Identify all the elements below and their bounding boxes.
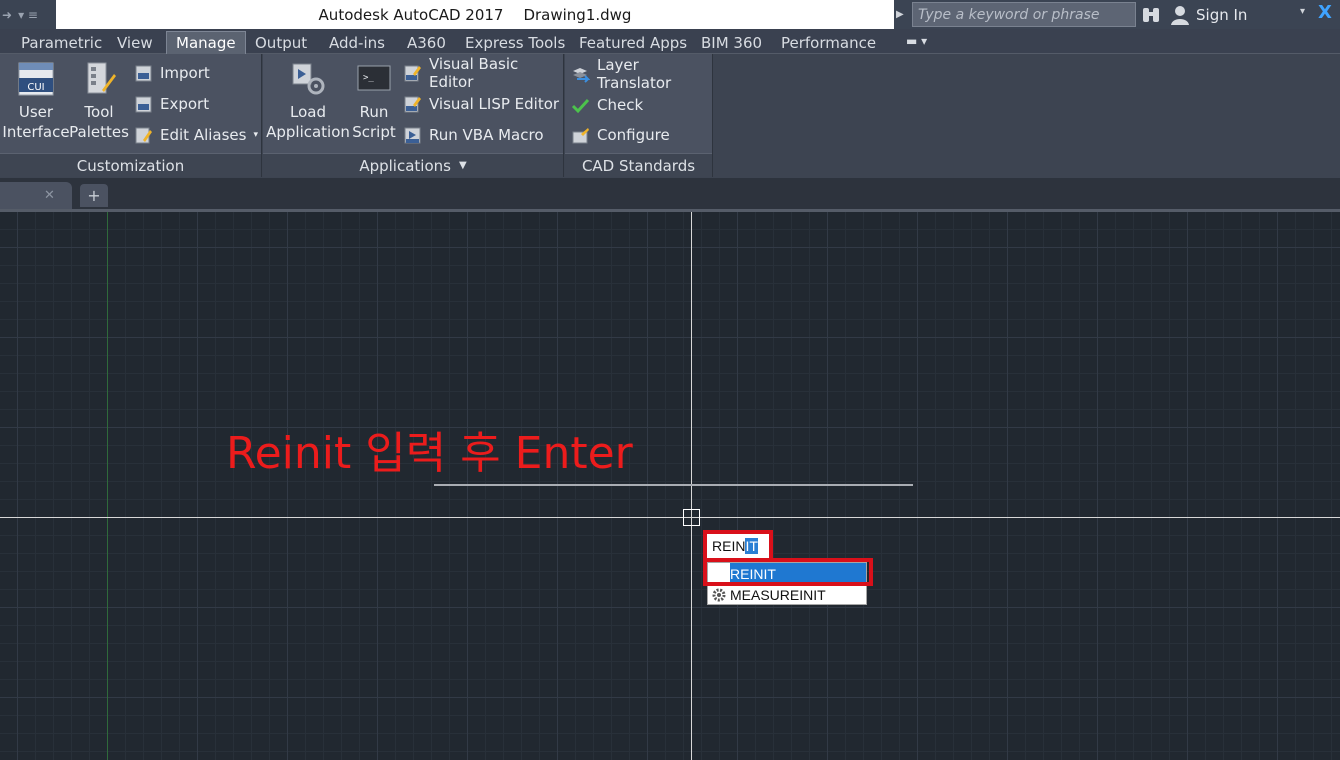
guide-line	[434, 484, 913, 486]
tab-a360[interactable]: A360	[398, 31, 455, 54]
tab-bim-360[interactable]: BIM 360	[692, 31, 771, 54]
run-script-label-1: Run	[359, 103, 389, 121]
ribbon-display-options-icon[interactable]: ▬ ▾	[906, 34, 927, 48]
user-interface-label-2: Interface	[2, 123, 70, 141]
suggestion-highlight-box	[703, 558, 873, 586]
search-input[interactable]: Type a keyword or phrase	[912, 2, 1136, 27]
document-tab-bar: ✕ +	[0, 178, 1340, 212]
vba-editor-icon	[404, 65, 421, 81]
import-button[interactable]: Import	[134, 62, 210, 84]
layer-translator-icon	[573, 67, 590, 83]
tab-featured-apps[interactable]: Featured Apps	[570, 31, 696, 54]
svg-text:>_: >_	[363, 73, 374, 83]
document-tab[interactable]: ✕	[0, 182, 72, 209]
edit-aliases-label: Edit Aliases	[160, 126, 247, 144]
cui-icon: CUI	[18, 62, 54, 96]
layer-translator-button[interactable]: Layer Translator	[571, 56, 712, 92]
panel-applications: Load Application >_ Run Script Visual Ba…	[263, 54, 564, 177]
crosshair-vertical	[691, 212, 692, 760]
suggestion-measureinit[interactable]: MEASUREINIT	[708, 584, 866, 605]
export-label: Export	[160, 95, 210, 113]
run-script-button[interactable]: >_ Run Script	[351, 60, 397, 142]
tool-palettes-icon	[87, 62, 116, 94]
edit-aliases-dropdown-icon[interactable]: ▾	[253, 130, 258, 140]
crosshair-horizontal	[0, 517, 1340, 518]
configure-button[interactable]: Configure	[571, 124, 670, 146]
ribbon-tab-bar: Parametric View Manage Output Add-ins A3…	[0, 29, 1340, 54]
load-application-label-1: Load	[290, 103, 326, 121]
tab-express-tools[interactable]: Express Tools	[456, 31, 574, 54]
checkmark-icon	[571, 98, 590, 113]
sign-in-label: Sign In	[1196, 6, 1248, 24]
load-application-button[interactable]: Load Application	[266, 60, 350, 142]
panel-customization: CUI User Interface Tool Palettes Import …	[0, 54, 262, 177]
tab-manage[interactable]: Manage	[166, 31, 246, 54]
tab-performance[interactable]: Performance	[772, 31, 885, 54]
tab-add-ins[interactable]: Add-ins	[320, 31, 394, 54]
check-label: Check	[597, 96, 644, 114]
binoculars-icon[interactable]	[1140, 4, 1162, 26]
user-icon	[1171, 6, 1189, 25]
tab-view[interactable]: View	[108, 31, 162, 54]
instruction-annotation: Reinit 입력 후 Enter	[226, 428, 633, 479]
run-vba-macro-button[interactable]: Run VBA Macro	[403, 124, 544, 146]
close-tab-icon[interactable]: ✕	[44, 188, 55, 203]
sign-in-dropdown-icon[interactable]: ▾	[1300, 6, 1305, 17]
tool-palettes-button[interactable]: Tool Palettes	[69, 60, 129, 142]
new-tab-button[interactable]: +	[80, 184, 108, 207]
qat-dropdown-icon[interactable]: ▾ ≡	[18, 8, 38, 22]
customization-panel-title[interactable]: Customization	[0, 153, 261, 177]
visual-basic-editor-button[interactable]: Visual Basic Editor	[403, 55, 563, 91]
check-button[interactable]: Check	[571, 94, 643, 116]
run-script-icon: >_	[357, 65, 391, 91]
command-autocomplete-text: IT	[745, 538, 758, 554]
user-interface-label-1: User	[18, 103, 54, 121]
applications-panel-title[interactable]: Applications ▼	[263, 153, 563, 177]
lisp-editor-icon	[404, 96, 421, 112]
panel-cad-standards: Layer Translator Check Configure CAD Sta…	[565, 54, 713, 177]
title-bar: ➜ ▾ ≡ Autodesk AutoCAD 2017 Drawing1.dwg…	[0, 0, 1340, 29]
tab-output[interactable]: Output	[246, 31, 316, 54]
search-expand-icon[interactable]: ▶	[896, 4, 908, 24]
tool-palettes-label-2: Palettes	[69, 123, 129, 141]
plus-icon: +	[87, 186, 101, 205]
document-title: Drawing1.dwg	[523, 5, 632, 24]
tool-palettes-label-1: Tool	[84, 103, 114, 121]
export-button[interactable]: Export	[134, 93, 209, 115]
applications-expand-icon[interactable]: ▼	[459, 160, 467, 171]
export-icon	[135, 96, 152, 112]
exchange-apps-icon[interactable]: X	[1318, 2, 1340, 26]
import-icon	[135, 65, 152, 81]
visual-lisp-editor-button[interactable]: Visual LISP Editor	[403, 93, 559, 115]
user-interface-button[interactable]: CUI User Interface	[2, 60, 70, 142]
import-label: Import	[160, 64, 210, 82]
visual-lisp-editor-label: Visual LISP Editor	[429, 95, 560, 113]
sign-in-button[interactable]: Sign In	[1170, 3, 1247, 27]
app-title: Autodesk AutoCAD 2017	[318, 5, 504, 24]
vba-macro-icon	[404, 127, 421, 143]
load-application-label-2: Application	[266, 123, 350, 141]
run-script-label-2: Script	[352, 123, 396, 141]
tab-parametric[interactable]: Parametric	[12, 31, 111, 54]
edit-aliases-button[interactable]: Edit Aliases ▾	[134, 124, 258, 146]
gear-icon	[708, 584, 730, 605]
drawing-canvas[interactable]: Reinit 입력 후 Enter REIN IT REINIT MEASUREI…	[0, 212, 1340, 760]
visual-basic-editor-label: Visual Basic Editor	[429, 55, 519, 91]
layer-translator-label: Layer Translator	[597, 56, 672, 92]
redo-arrow-icon[interactable]: ➜	[2, 8, 12, 22]
configure-icon	[572, 127, 589, 143]
suggestion-measureinit-label: MEASUREINIT	[730, 586, 826, 603]
cad-standards-panel-title[interactable]: CAD Standards	[565, 153, 712, 177]
edit-aliases-icon	[135, 127, 152, 143]
run-vba-macro-label: Run VBA Macro	[429, 126, 544, 144]
crosshair-pickbox	[683, 509, 700, 526]
load-application-icon	[292, 63, 325, 95]
y-axis-line	[107, 212, 108, 760]
command-typed-text: REIN	[712, 538, 746, 554]
cui-badge: CUI	[27, 82, 44, 93]
quick-access-toolbar[interactable]: ➜ ▾ ≡	[0, 0, 56, 29]
window-title: Autodesk AutoCAD 2017 Drawing1.dwg	[56, 0, 894, 29]
applications-title-label: Applications	[359, 156, 451, 175]
configure-label: Configure	[597, 126, 670, 144]
